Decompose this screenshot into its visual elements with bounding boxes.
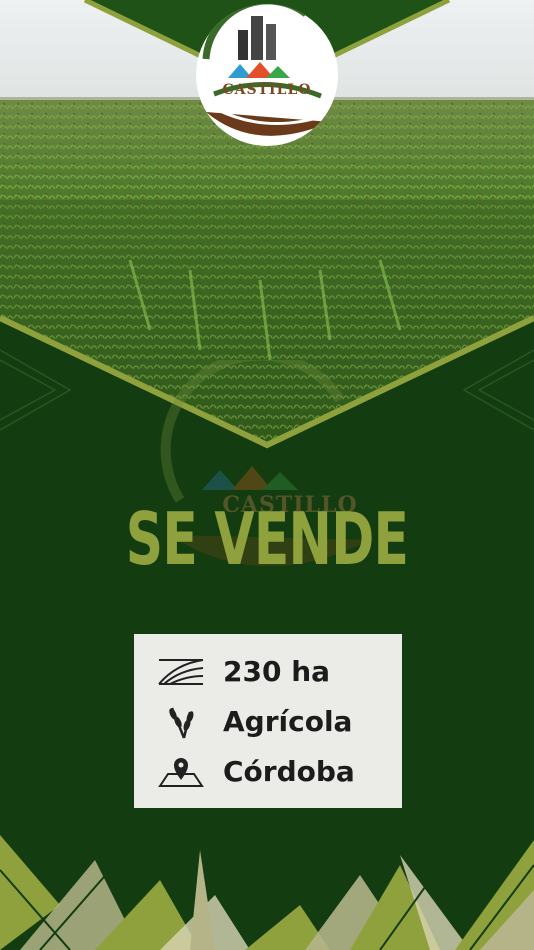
map-pin-icon: [158, 758, 204, 787]
detail-area: 230 ha: [134, 650, 402, 694]
land-area-icon: [158, 659, 204, 685]
brand-logo: CASTILLO: [196, 4, 338, 146]
brand-name: CASTILLO: [222, 82, 312, 98]
detail-type: Agrícola: [134, 700, 402, 744]
detail-area-text: 230 ha: [223, 655, 331, 688]
flyer: CASTILLO CASTILLO SE VENDE 230 ha Agríco…: [0, 0, 534, 950]
bottom-pattern: [0, 835, 534, 950]
building-icon: [238, 30, 248, 60]
detail-location: Córdoba: [134, 750, 402, 794]
detail-location-text: Córdoba: [223, 755, 355, 788]
detail-type-text: Agrícola: [223, 705, 353, 738]
headline: SE VENDE: [125, 497, 409, 581]
details-card: 230 ha Agrícola Córdoba: [134, 634, 402, 808]
wheat-icon: [169, 707, 194, 739]
